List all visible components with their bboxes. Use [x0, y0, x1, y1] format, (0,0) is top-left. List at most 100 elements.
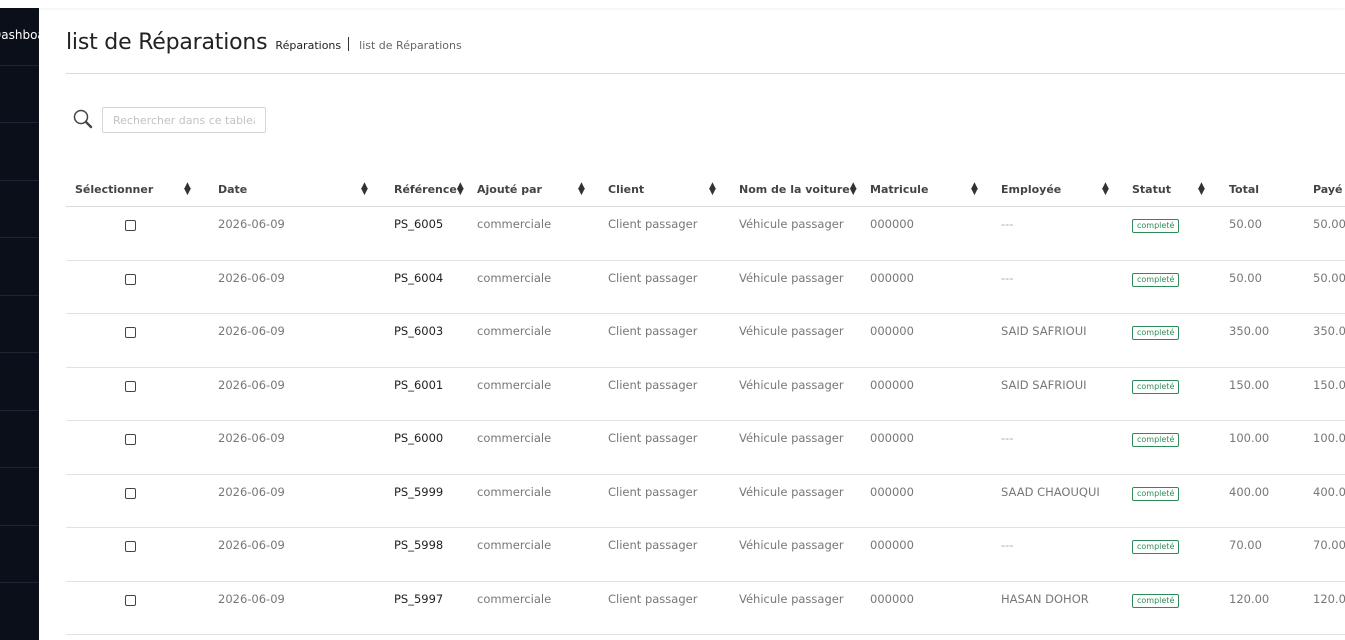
- table-row[interactable]: 2026-06-09 PS_5999 commerciale Client passa…: [66, 474, 1345, 528]
- car-name-text: Véhicule passager: [739, 377, 844, 392]
- sidebar-item[interactable]: [0, 583, 39, 640]
- total-cell: 400.00: [1208, 474, 1292, 528]
- car-name-cell: Véhicule passager: [719, 527, 850, 582]
- sidebar-item[interactable]: [0, 123, 39, 181]
- reference-text: PS_5997: [394, 591, 444, 606]
- employee-text: SAID SAFRIOUI: [1001, 377, 1087, 392]
- row-select-checkbox[interactable]: [124, 594, 136, 606]
- plate-text: 000000: [870, 484, 914, 499]
- employee-cell: SAAD CHAOUQUI: [981, 474, 1112, 528]
- sidebar-item[interactable]: [0, 66, 39, 123]
- column-header-paid[interactable]: Payé: [1292, 172, 1345, 207]
- column-header-total[interactable]: Total: [1208, 172, 1292, 207]
- table-row[interactable]: 2026-06-09 PS_5997 commerciale Client passa…: [66, 581, 1345, 635]
- total-text: 350.00: [1229, 324, 1270, 338]
- total-cell: 50.00: [1208, 260, 1292, 314]
- added-by-text: commerciale: [477, 377, 552, 392]
- row-select-checkbox[interactable]: [124, 327, 136, 338]
- column-header-status[interactable]: Statut ▲ ▼: [1112, 172, 1208, 207]
- search-bar: [72, 107, 266, 133]
- sidebar-item[interactable]: [0, 468, 39, 526]
- sidebar-item-dashboard[interactable]: Dashboard: [0, 8, 39, 66]
- client-cell: Client passager: [588, 474, 719, 528]
- column-header-added-by[interactable]: Ajouté par ▲ ▼: [457, 172, 588, 207]
- column-header-reference[interactable]: Référence ▲ ▼: [371, 172, 464, 207]
- status-cell: completé: [1112, 260, 1208, 314]
- reference-text: PS_6005: [394, 217, 444, 231]
- sidebar-item[interactable]: [0, 296, 39, 353]
- row-select-checkbox[interactable]: [124, 434, 136, 445]
- table-row[interactable]: 2026-06-09 PS_5998 commerciale Client passa…: [66, 527, 1345, 582]
- row-select-checkbox[interactable]: [124, 220, 136, 231]
- column-header-plate[interactable]: Matricule ▲ ▼: [850, 172, 981, 207]
- reference-text: PS_5998: [394, 538, 444, 552]
- status-badge: completé: [1132, 540, 1180, 554]
- car-name-text: Véhicule passager: [739, 217, 844, 231]
- status-cell: completé: [1112, 474, 1208, 528]
- plate-cell: 000000: [850, 420, 981, 475]
- paid-cell: 100.00: [1292, 420, 1345, 475]
- sort-icon[interactable]: ▲ ▼: [1102, 182, 1112, 197]
- sort-icon[interactable]: ▲ ▼: [184, 182, 194, 197]
- paid-cell: 50.00: [1292, 206, 1345, 261]
- row-select-checkbox[interactable]: [124, 273, 136, 285]
- employee-text: ---: [1001, 538, 1014, 552]
- paid-text: 50.00: [1313, 270, 1345, 285]
- sort-icon[interactable]: ▲ ▼: [971, 182, 981, 197]
- table-row[interactable]: 2026-06-09 PS_6003 commerciale Client passa…: [66, 313, 1345, 368]
- table-row[interactable]: 2026-06-09 PS_6000 commerciale Client passa…: [66, 420, 1345, 475]
- sort-icon[interactable]: ▲ ▼: [850, 182, 857, 197]
- select-cell: [66, 581, 194, 635]
- date-text: 2026-06-09: [218, 484, 285, 499]
- sidebar-item[interactable]: [0, 411, 39, 468]
- search-input[interactable]: [102, 107, 266, 133]
- total-text: 50.00: [1229, 270, 1262, 285]
- row-select-checkbox[interactable]: [124, 487, 136, 499]
- row-select-checkbox[interactable]: [124, 541, 136, 552]
- date-text: 2026-06-09: [218, 538, 285, 552]
- sidebar-item[interactable]: [0, 526, 39, 583]
- client-cell: Client passager: [588, 420, 719, 475]
- sort-icon[interactable]: ▲ ▼: [709, 182, 719, 197]
- column-header-car-name[interactable]: Nom de la voiture ▲ ▼: [719, 172, 857, 207]
- column-header-select[interactable]: Sélectionner ▲ ▼: [66, 172, 194, 207]
- sort-icon[interactable]: ▲ ▼: [361, 182, 371, 197]
- sort-icon[interactable]: ▲ ▼: [1198, 182, 1208, 197]
- added-by-cell: commerciale: [457, 474, 588, 528]
- date-cell: 2026-06-09: [194, 313, 371, 368]
- car-name-text: Véhicule passager: [739, 431, 844, 445]
- sidebar-item[interactable]: [0, 238, 39, 296]
- reference-text: PS_6001: [394, 377, 444, 392]
- sidebar-item[interactable]: [0, 353, 39, 411]
- status-badge: completé: [1132, 326, 1180, 340]
- search-icon[interactable]: [72, 108, 94, 130]
- breadcrumb-item-reparations[interactable]: Réparations: [275, 39, 341, 52]
- total-cell: 50.00: [1208, 206, 1292, 261]
- total-cell: 70.00: [1208, 527, 1292, 582]
- table-row[interactable]: 2026-06-09 PS_6004 commerciale Client passa…: [66, 260, 1345, 314]
- sort-icon[interactable]: ▲ ▼: [457, 182, 464, 197]
- car-name-cell: Véhicule passager: [719, 313, 850, 368]
- reference-text: PS_5999: [394, 484, 444, 499]
- reference-cell: PS_6000: [371, 420, 457, 475]
- table-row[interactable]: 2026-06-09 PS_6005 commerciale Client passa…: [66, 206, 1345, 261]
- table-row[interactable]: 2026-06-09 PS_6001 commerciale Client passa…: [66, 367, 1345, 421]
- total-text: 50.00: [1229, 217, 1262, 231]
- total-text: 100.00: [1229, 431, 1270, 445]
- column-header-date[interactable]: Date ▲ ▼: [194, 172, 371, 207]
- date-cell: 2026-06-09: [194, 474, 371, 528]
- client-text: Client passager: [608, 591, 698, 606]
- paid-text: 350.00: [1313, 324, 1345, 338]
- added-by-cell: commerciale: [457, 206, 588, 261]
- employee-text: ---: [1001, 431, 1014, 445]
- column-header-client[interactable]: Client ▲ ▼: [588, 172, 719, 207]
- car-name-cell: Véhicule passager: [719, 260, 850, 314]
- car-name-cell: Véhicule passager: [719, 206, 850, 261]
- sidebar-item[interactable]: [0, 181, 39, 238]
- select-cell: [66, 206, 194, 261]
- sort-icon[interactable]: ▲ ▼: [578, 182, 588, 197]
- row-select-checkbox[interactable]: [124, 380, 136, 392]
- column-header-employee[interactable]: Employée ▲ ▼: [981, 172, 1112, 207]
- added-by-cell: commerciale: [457, 420, 588, 475]
- car-name-cell: Véhicule passager: [719, 367, 850, 421]
